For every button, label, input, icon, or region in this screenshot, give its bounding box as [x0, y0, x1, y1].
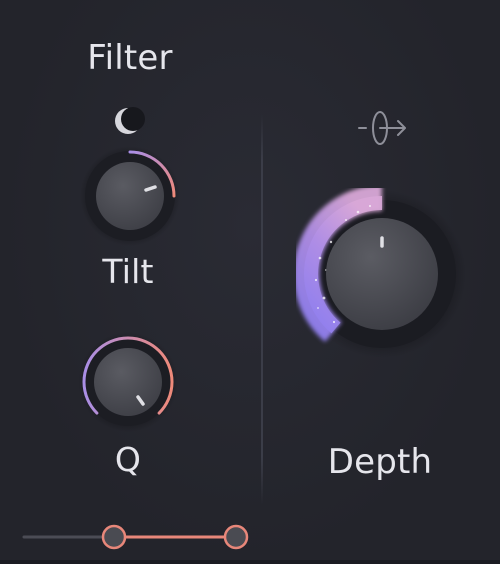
tilt-label: Tilt — [102, 252, 154, 291]
filter-depth-panel: Filter Tilt Q Depth — [0, 0, 500, 564]
q-label: Q — [114, 440, 142, 479]
slider-high-handle[interactable] — [223, 524, 249, 550]
cross-axis-arrow-icon[interactable] — [354, 108, 410, 148]
tilt-knob[interactable] — [76, 142, 184, 250]
slider-low-handle[interactable] — [101, 524, 127, 550]
filter-title: Filter — [87, 38, 173, 78]
bottom-edge — [0, 560, 500, 564]
q-knob[interactable] — [74, 330, 182, 438]
depth-knob[interactable] — [296, 188, 468, 360]
filter-range-slider[interactable] — [20, 520, 256, 554]
moon-icon[interactable] — [111, 104, 145, 138]
depth-label: Depth — [327, 442, 433, 482]
section-divider — [261, 114, 263, 504]
